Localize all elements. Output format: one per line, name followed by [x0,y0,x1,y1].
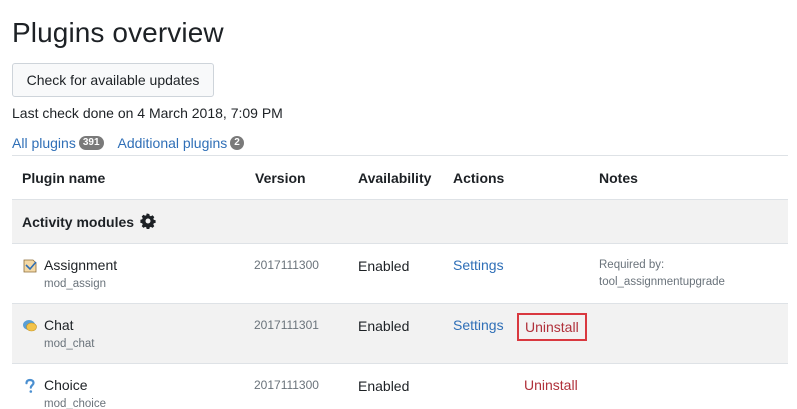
plugin-name: Chat [44,317,74,333]
category-row: Activity modules [12,199,788,243]
all-plugins-link[interactable]: All plugins 391 [12,135,104,151]
additional-plugins-link[interactable]: Additional plugins 2 [118,135,244,151]
header-plugin-name: Plugin name [22,170,106,186]
header-actions: Actions [453,170,505,186]
last-check-text: Last check done on 4 March 2018, 7:09 PM [12,105,283,121]
table-row: Chat mod_chat 2017111301 Enabled Setting… [12,303,788,363]
plugin-version: 2017111300 [254,378,319,392]
plugin-version: 2017111301 [254,318,319,332]
plugin-name: Assignment [44,257,118,273]
notes-label: Required by: [599,259,665,271]
plugin-availability: Enabled [358,258,410,274]
plugin-notes: Required by: tool_assignmentupgrade [599,257,725,291]
plugin-component: mod_assign [44,278,107,290]
notes-value: tool_assignmentupgrade [599,276,725,288]
gear-icon[interactable] [140,213,156,229]
header-availability: Availability [358,170,432,186]
plugin-name: Choice [44,377,88,393]
chat-icon [23,320,37,332]
check-updates-button[interactable]: Check for available updates [12,63,214,97]
choice-icon [25,378,35,393]
plugin-availability: Enabled [358,318,410,334]
table-header-row: Plugin name Version Availability Actions… [12,155,788,199]
settings-link[interactable]: Settings [453,257,504,273]
all-plugins-label: All plugins [12,135,76,151]
additional-plugins-label: Additional plugins [117,135,228,151]
all-plugins-count-badge: 391 [78,136,104,150]
settings-link[interactable]: Settings [453,317,504,333]
page-title: Plugins overview [12,17,224,48]
header-version: Version [255,170,306,186]
plugin-availability: Enabled [358,378,410,394]
plugin-component: mod_choice [44,398,107,409]
plugin-component: mod_chat [44,338,95,350]
plugin-filter-links: All plugins 391 Additional plugins 2 [12,135,244,151]
header-notes: Notes [599,170,638,186]
assignment-icon [23,259,37,273]
table-row: Choice mod_choice 2017111300 Enabled Uni… [12,363,788,409]
plugin-version: 2017111300 [254,258,319,272]
additional-plugins-count-badge: 2 [230,136,244,150]
plugins-table: Plugin name Version Availability Actions… [12,155,788,409]
uninstall-link[interactable]: Uninstall [517,313,587,341]
uninstall-link[interactable]: Uninstall [524,377,578,393]
table-row: Assignment mod_assign 2017111300 Enabled… [12,243,788,303]
category-label: Activity modules [22,214,135,230]
